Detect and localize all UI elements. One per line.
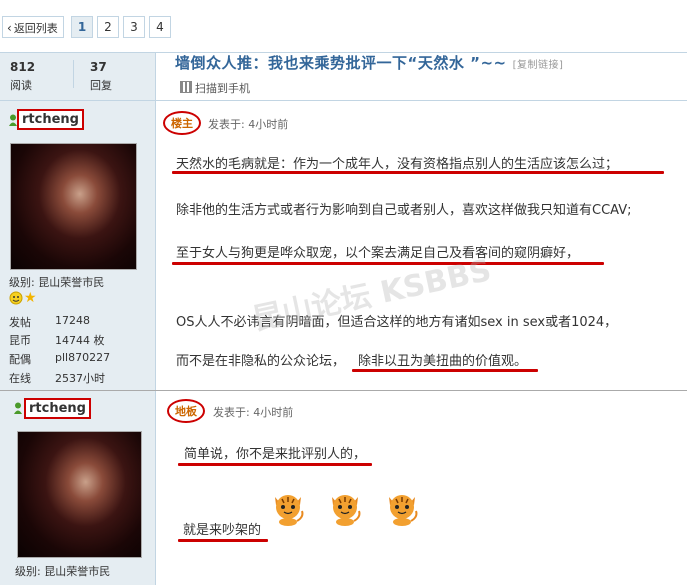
- stats-divider: [73, 60, 74, 88]
- highlight-underline: [172, 262, 604, 265]
- tiger-emoticon-icon: [269, 489, 307, 527]
- post1-time: 发表于: 4小时前: [208, 118, 289, 131]
- chevron-left-icon: ‹: [7, 21, 12, 35]
- post1-username[interactable]: rtcheng: [17, 109, 84, 130]
- post-divider: [0, 390, 687, 391]
- replies-count: 37: [90, 60, 107, 74]
- tiger-emoticon-icon: [383, 489, 421, 527]
- post1-info-label: 在线: [9, 372, 31, 385]
- post1-line: OS人人不必讳言有阴暗面，但适合这样的地方有诸如sex in sex或者1024…: [176, 315, 618, 330]
- post1-floor-badge: 楼主: [163, 111, 201, 135]
- page-1-button[interactable]: 1: [71, 16, 93, 38]
- post1-line: 天然水的毛病就是：作为一个成年人，没有资格指点别人的生活应该怎么过；: [176, 157, 619, 172]
- back-to-list-button[interactable]: ‹ 返回列表: [2, 16, 64, 38]
- highlight-underline: [172, 171, 664, 174]
- page-3-button[interactable]: 3: [123, 16, 145, 38]
- post2-avatar[interactable]: [17, 431, 142, 558]
- post1-line: 而不是在非隐私的公众论坛，: [176, 354, 346, 369]
- post1-line: 至于女人与狗更是哗众取宠，以个案去满足自己及看客间的窥阴癖好，: [176, 246, 580, 261]
- star-icon: ★: [24, 290, 37, 306]
- post1-info-label: 昆币: [9, 334, 31, 347]
- post1-line: 除非以丑为美扭曲的价值观。: [358, 354, 528, 369]
- thread-title: 墙倒众人推：我也来乘势批评一下“天然水 ”~~ [复制链接]: [175, 54, 564, 72]
- post1-line: 除非他的生活方式或者行为影响到自己或者别人，喜欢这样做我只知道有CCAV;: [176, 203, 632, 218]
- post1-level: 级别: 昆山荣誉市民: [9, 276, 105, 289]
- views-count: 812: [10, 60, 36, 74]
- smile-icon: [9, 291, 23, 308]
- copy-link[interactable]: [复制链接]: [513, 60, 564, 71]
- post1-info-label: 发帖: [9, 316, 31, 329]
- post2-time: 发表于: 4小时前: [213, 406, 294, 419]
- post2-floor-badge: 地板: [167, 399, 205, 423]
- post1-avatar[interactable]: [10, 143, 137, 270]
- post1-info-value: pll870227: [55, 351, 111, 364]
- replies-label: 回复: [90, 79, 112, 92]
- highlight-underline: [178, 539, 268, 542]
- highlight-underline: [178, 463, 372, 466]
- post2-level: 级别: 昆山荣誉市民: [15, 565, 111, 578]
- highlight-underline: [352, 369, 538, 372]
- views-label: 阅读: [10, 79, 32, 92]
- post2-username[interactable]: rtcheng: [24, 398, 91, 419]
- post1-info-value: 2537小时: [55, 372, 105, 385]
- online-icon: [13, 402, 23, 417]
- post2-line: 就是来吵架的: [183, 523, 262, 538]
- post1-info-value: 17248: [55, 314, 90, 327]
- page-4-button[interactable]: 4: [149, 16, 171, 38]
- qrcode-icon: [180, 81, 192, 93]
- column-divider: [155, 53, 156, 585]
- scan-to-phone-link[interactable]: 扫描到手机: [180, 80, 250, 96]
- tiger-emoticon-icon: [326, 489, 364, 527]
- header-divider: [0, 100, 687, 101]
- post1-info-value: 14744 枚: [55, 334, 105, 347]
- post2-line: 简单说，你不是来批评别人的，: [184, 447, 367, 462]
- post1-info-label: 配偶: [9, 353, 31, 366]
- page-2-button[interactable]: 2: [97, 16, 119, 38]
